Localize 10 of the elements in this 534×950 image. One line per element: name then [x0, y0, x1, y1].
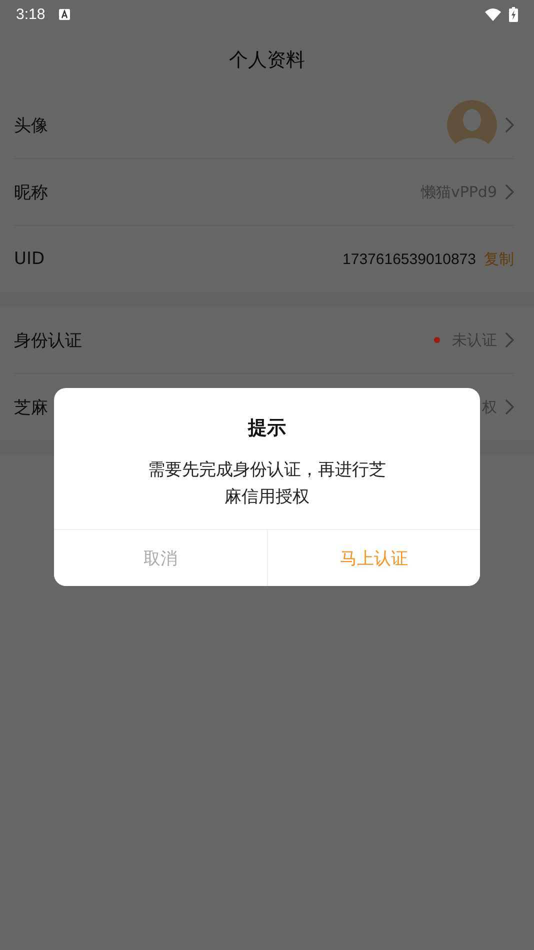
row-label: 头像 — [14, 114, 48, 136]
row-label: UID — [14, 249, 45, 269]
row-label: 身份认证 — [14, 330, 82, 352]
page-title: 个人资料 — [229, 48, 305, 73]
row-label: 昵称 — [14, 182, 48, 204]
dialog-title: 提示 — [246, 416, 287, 441]
dialog-message: 需要先完成身份认证，再进行芝麻信用授权 — [147, 459, 387, 509]
uid-value: 1737616539010873 — [342, 250, 476, 268]
status-time: 3:18 — [16, 6, 46, 22]
row-label: 芝麻 — [14, 396, 48, 418]
